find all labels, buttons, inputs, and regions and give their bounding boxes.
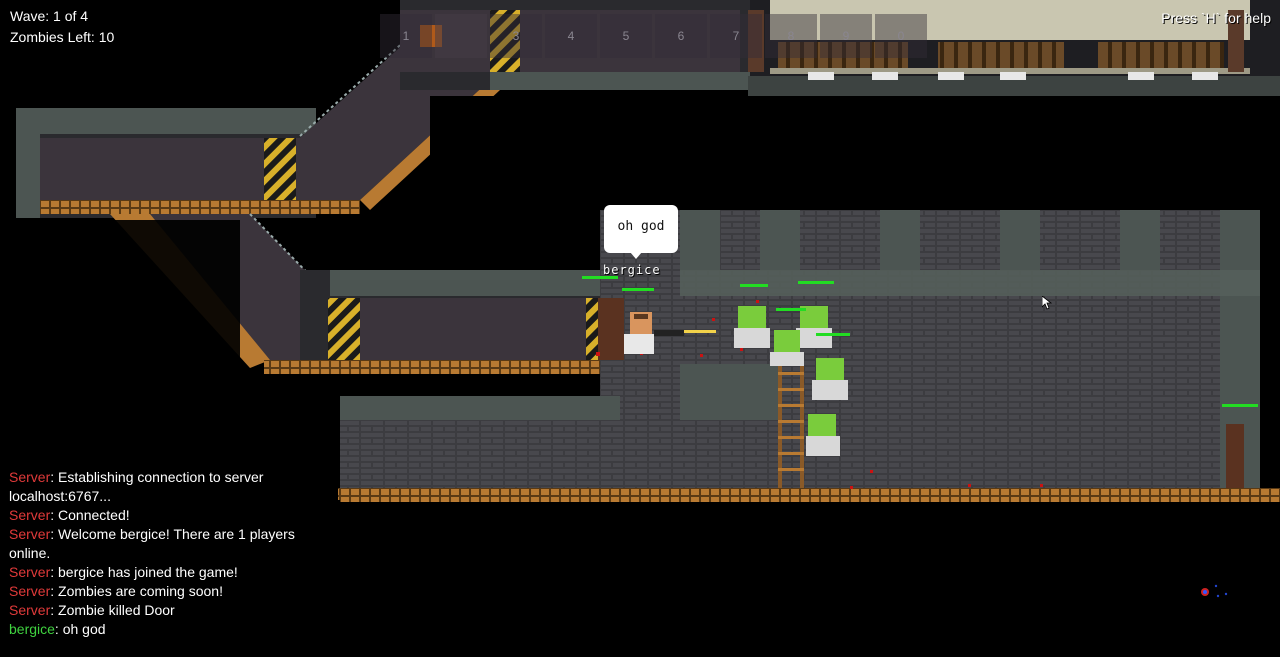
hotbar-slot[interactable]: 8 [765,14,817,58]
hotbar-slot[interactable]: 0 [875,14,927,58]
chat-message: Server: Zombie killed Door [9,601,329,620]
chat-message: Server: Connected! [9,506,329,525]
hotbar-slot[interactable]: 7 [710,14,762,58]
chat-sender: Server [9,602,51,618]
chat-text: : bergice has joined the game! [50,564,238,580]
help-hint: Press `H` for help [1161,10,1271,26]
chat-sender: bergice [9,621,55,637]
mouse-pointer-icon [1042,296,1052,310]
zombie [806,414,840,456]
wave-counter: Wave: 1 of 4 [10,8,89,24]
chat-sender: Server [9,564,51,580]
hotbar-slot[interactable]: 6 [655,14,707,58]
hotbar-slot[interactable]: 4 [545,14,597,58]
chat-message: Server: Establishing connection to serve… [9,468,329,506]
bottom-floor [338,488,1280,502]
player-health-bar [622,288,654,291]
player-name-tag: bergice [603,263,661,277]
door [1226,424,1244,488]
chat-text: : oh god [54,621,106,637]
hotbar-slot[interactable]: 9 [820,14,872,58]
chat-sender: Server [9,583,51,599]
chat-message: Server: bergice has joined the game! [9,563,329,582]
speech-bubble-text: oh god [617,219,665,234]
chat-message: Server: Welcome bergice! There are 1 pla… [9,525,329,563]
chat-text: : Zombie killed Door [50,602,175,618]
speech-bubble: oh god [604,205,678,253]
hotbar-slot[interactable]: 5 [600,14,652,58]
enemy-health-bar [1222,404,1258,407]
chat-message: Server: Zombies are coming soon! [9,582,329,601]
speech-bubble-tail [630,252,642,259]
chat-log: Server: Establishing connection to serve… [9,468,329,639]
hotbar-slot[interactable]: 3 [490,14,542,58]
zombies-left-counter: Zombies Left: 10 [10,29,115,45]
hotbar: 1 2 3 4 5 6 7 8 9 0 [380,14,927,58]
door [598,298,624,360]
chat-sender: Server [9,507,51,523]
hotbar-slot[interactable]: 1 [380,14,432,58]
chat-text: : Connected! [50,507,130,523]
chat-message: bergice: oh god [9,620,329,639]
chat-sender: Server [9,469,51,485]
minimap [1201,584,1228,598]
hotbar-slot-selected[interactable]: 2 [435,14,487,58]
chat-text: : Zombies are coming soon! [50,583,223,599]
chat-sender: Server [9,526,51,542]
chat-text: : Welcome bergice! There are 1 players o… [9,526,295,561]
